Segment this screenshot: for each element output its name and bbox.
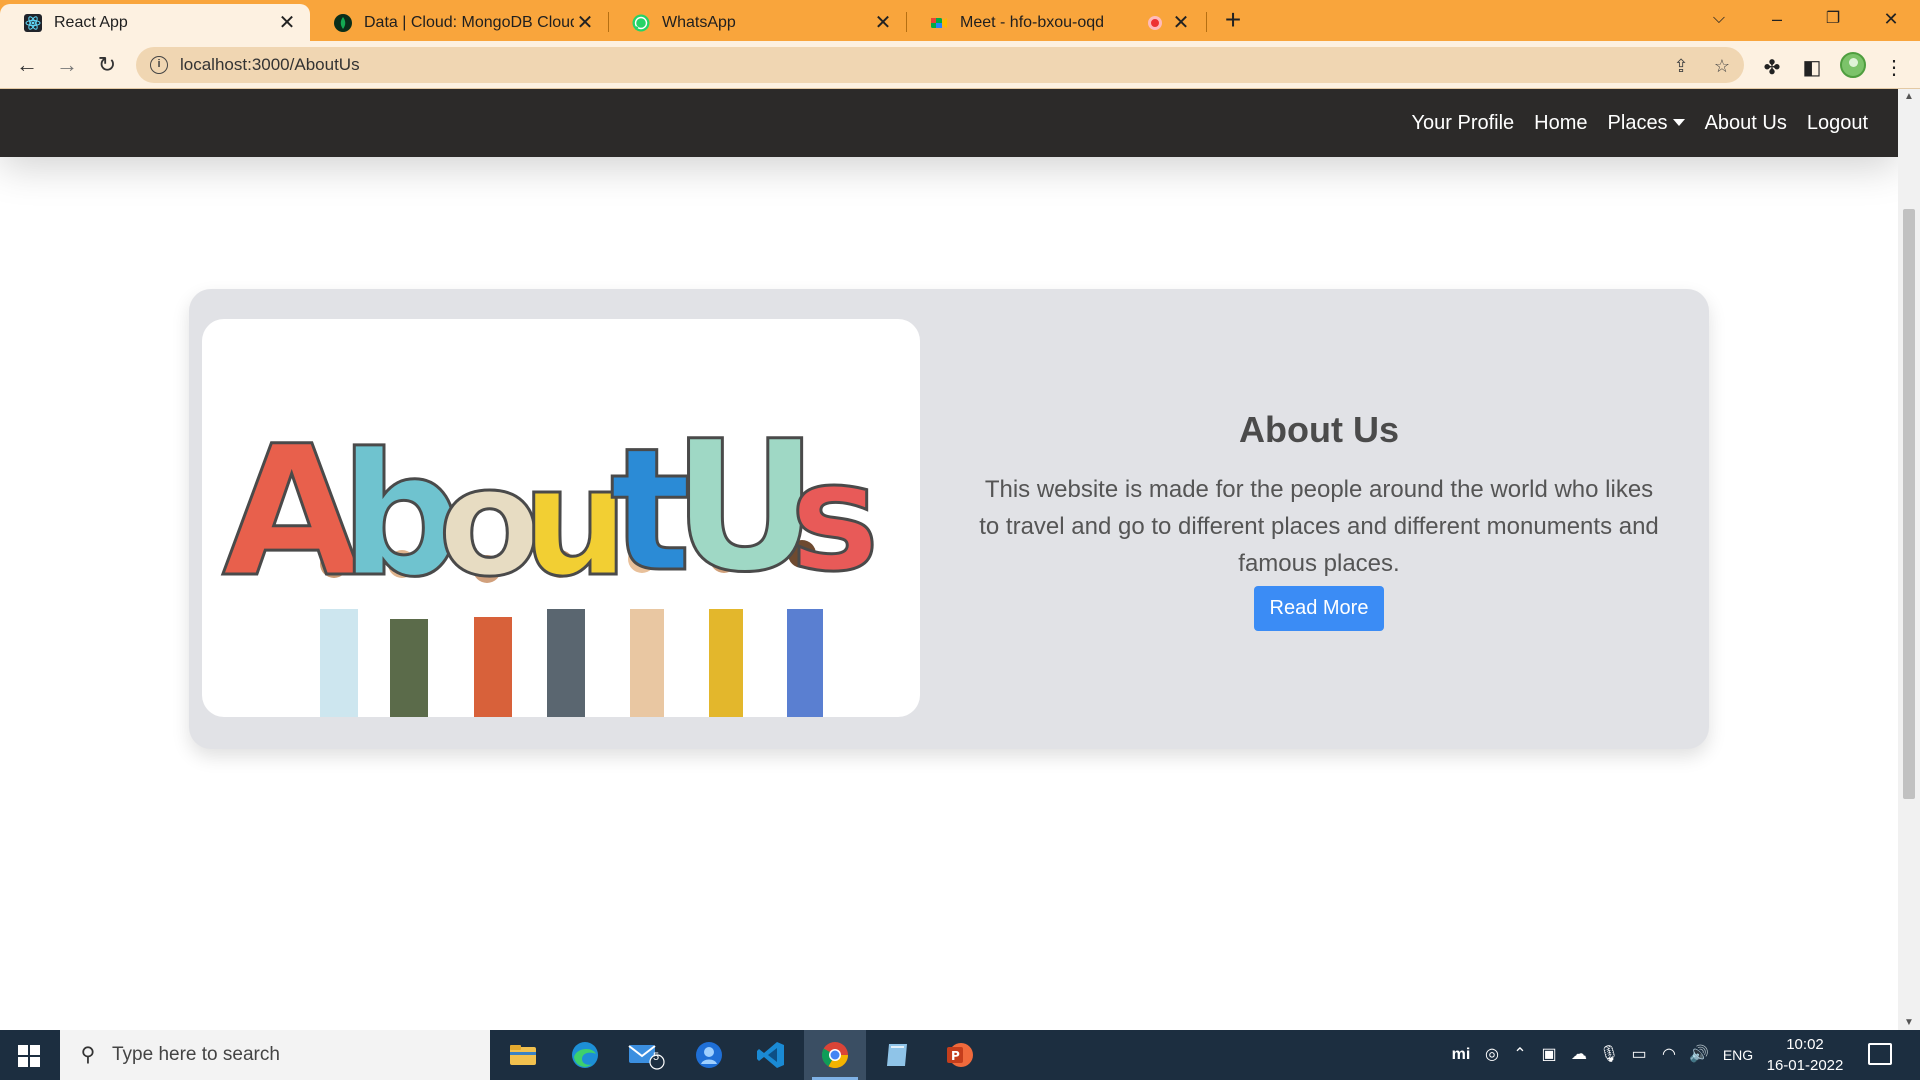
restore-button[interactable]: ❐	[1808, 0, 1858, 41]
tab-search-chevron-icon[interactable]: ⌵	[1694, 0, 1744, 41]
browser-menu-icon[interactable]: ⋮	[1882, 56, 1906, 80]
close-tab-icon[interactable]: ✕	[276, 12, 298, 34]
notification-center-icon[interactable]	[1868, 1043, 1892, 1065]
tab-label: Data | Cloud: MongoDB Cloud	[364, 13, 574, 31]
nav-about-us[interactable]: About Us	[1705, 112, 1787, 135]
page-viewport: Your Profile Home Places About Us Logout	[0, 89, 1898, 1030]
new-tab-button[interactable]: +	[1218, 6, 1248, 36]
close-window-button[interactable]: ✕	[1866, 0, 1916, 41]
tab-react-app[interactable]: React App ✕	[0, 4, 310, 41]
mongodb-leaf-icon	[334, 13, 352, 32]
volume-icon[interactable]: 🔊	[1686, 1030, 1712, 1080]
minimize-button[interactable]: –	[1752, 0, 1802, 41]
back-arrow-icon[interactable]: ←	[11, 49, 43, 81]
mail-badge-count: 5	[652, 1051, 660, 1063]
about-card: A b o u t U s About Us This website is m…	[189, 289, 1709, 749]
clock-date: 16-01-2022	[1766, 1057, 1844, 1074]
scroll-down-arrow-icon[interactable]: ▼	[1903, 1017, 1915, 1028]
google-meet-icon	[930, 14, 948, 32]
sync-circle-icon[interactable]: ◎	[1480, 1030, 1504, 1080]
language-indicator[interactable]: ENG	[1718, 1030, 1758, 1080]
tab-label: WhatsApp	[662, 13, 736, 31]
chevron-up-icon[interactable]: ⌃	[1508, 1030, 1532, 1080]
clock-time: 10:02	[1786, 1036, 1824, 1053]
microphone-icon[interactable]: 🎙	[1596, 1030, 1622, 1080]
windows-start-icon[interactable]	[18, 1045, 40, 1067]
nav-home[interactable]: Home	[1534, 112, 1587, 135]
url-omnibox[interactable]: i localhost:3000/AboutUs	[136, 47, 1744, 83]
taskbar-search-box[interactable]: ⚲ Type here to search	[60, 1030, 490, 1080]
profile-avatar[interactable]	[1840, 52, 1866, 78]
vscode-icon[interactable]	[740, 1030, 802, 1080]
share-icon[interactable]: ⇪	[1670, 55, 1692, 77]
edge-browser-icon[interactable]	[554, 1030, 616, 1080]
nav-places-dropdown[interactable]: Places	[1608, 112, 1685, 135]
site-info-icon[interactable]: i	[150, 56, 168, 74]
tab-mongodb[interactable]: Data | Cloud: MongoDB Cloud ✕	[310, 4, 608, 41]
search-icon: ⚲	[80, 1044, 96, 1066]
about-description: This website is made for the people arou…	[979, 476, 1659, 577]
about-text-column: About Us This website is made for the pe…	[979, 409, 1659, 631]
nav-logout[interactable]: Logout	[1807, 112, 1868, 135]
forward-arrow-icon[interactable]: →	[51, 49, 83, 81]
close-tab-icon[interactable]: ✕	[872, 12, 894, 34]
file-explorer-icon[interactable]	[492, 1030, 554, 1080]
extensions-puzzle-icon[interactable]: ✤	[1760, 56, 1784, 80]
scrollbar-thumb[interactable]	[1903, 209, 1915, 799]
letter-s: s	[790, 431, 879, 605]
azure-data-studio-icon[interactable]	[678, 1030, 740, 1080]
notepad-icon[interactable]	[866, 1030, 928, 1080]
bookmark-star-icon[interactable]: ☆	[1711, 55, 1733, 77]
close-tab-icon[interactable]: ✕	[1170, 12, 1192, 34]
whatsapp-icon	[632, 14, 650, 32]
site-navbar: Your Profile Home Places About Us Logout	[0, 89, 1898, 157]
wifi-icon[interactable]: ◠	[1656, 1030, 1682, 1080]
recording-indicator-icon	[1148, 15, 1162, 30]
nav-your-profile[interactable]: Your Profile	[1412, 112, 1515, 135]
powerpoint-icon[interactable]: P	[928, 1030, 990, 1080]
browser-tab-strip: React App ✕ Data | Cloud: MongoDB Cloud …	[0, 0, 1920, 41]
react-icon	[24, 13, 42, 32]
about-us-illustration: A b o u t U s	[202, 319, 920, 717]
windows-taskbar: ⚲ Type here to search 5 P mi ◎ ⌃ ▣ ☁ 🎙 ▭…	[0, 1030, 1920, 1080]
about-heading: About Us	[1239, 409, 1399, 450]
mi-share-icon[interactable]: mi	[1448, 1030, 1474, 1080]
read-more-button[interactable]: Read More	[1253, 586, 1385, 631]
meet-now-icon[interactable]: ▣	[1536, 1030, 1562, 1080]
url-text[interactable]: localhost:3000/AboutUs	[180, 55, 360, 75]
scroll-up-arrow-icon[interactable]: ▲	[1903, 91, 1915, 102]
close-tab-icon[interactable]: ✕	[574, 12, 596, 34]
tab-whatsapp[interactable]: WhatsApp ✕	[608, 4, 906, 41]
tab-label: Meet - hfo-bxou-oqd	[960, 13, 1105, 31]
chrome-taskbar-icon[interactable]	[804, 1030, 866, 1080]
onedrive-cloud-icon[interactable]: ☁	[1566, 1030, 1592, 1080]
reload-icon[interactable]: ↻	[91, 49, 123, 81]
caret-down-icon	[1672, 118, 1685, 126]
address-bar-row: ← → ↻ i localhost:3000/AboutUs	[0, 41, 1920, 89]
hands-holding-letters-image: A b o u t U s	[221, 402, 881, 717]
tab-label: React App	[54, 13, 128, 31]
search-placeholder[interactable]: Type here to search	[112, 1044, 280, 1066]
nav-places[interactable]: Places	[1608, 112, 1668, 134]
tab-google-meet[interactable]: Meet - hfo-bxou-oqd ✕	[906, 4, 1204, 41]
page-scrollbar[interactable]: ▲ ▼	[1898, 89, 1920, 1030]
tab-separator	[1206, 12, 1207, 32]
taskbar-clock[interactable]: 10:02 16-01-2022	[1760, 1034, 1850, 1076]
side-panel-icon[interactable]: ◧	[1800, 56, 1824, 80]
battery-icon[interactable]: ▭	[1626, 1030, 1652, 1080]
mail-icon[interactable]: 5	[616, 1030, 678, 1080]
letters: A b o u t U s	[221, 402, 881, 619]
svg-text:P: P	[951, 1049, 960, 1063]
